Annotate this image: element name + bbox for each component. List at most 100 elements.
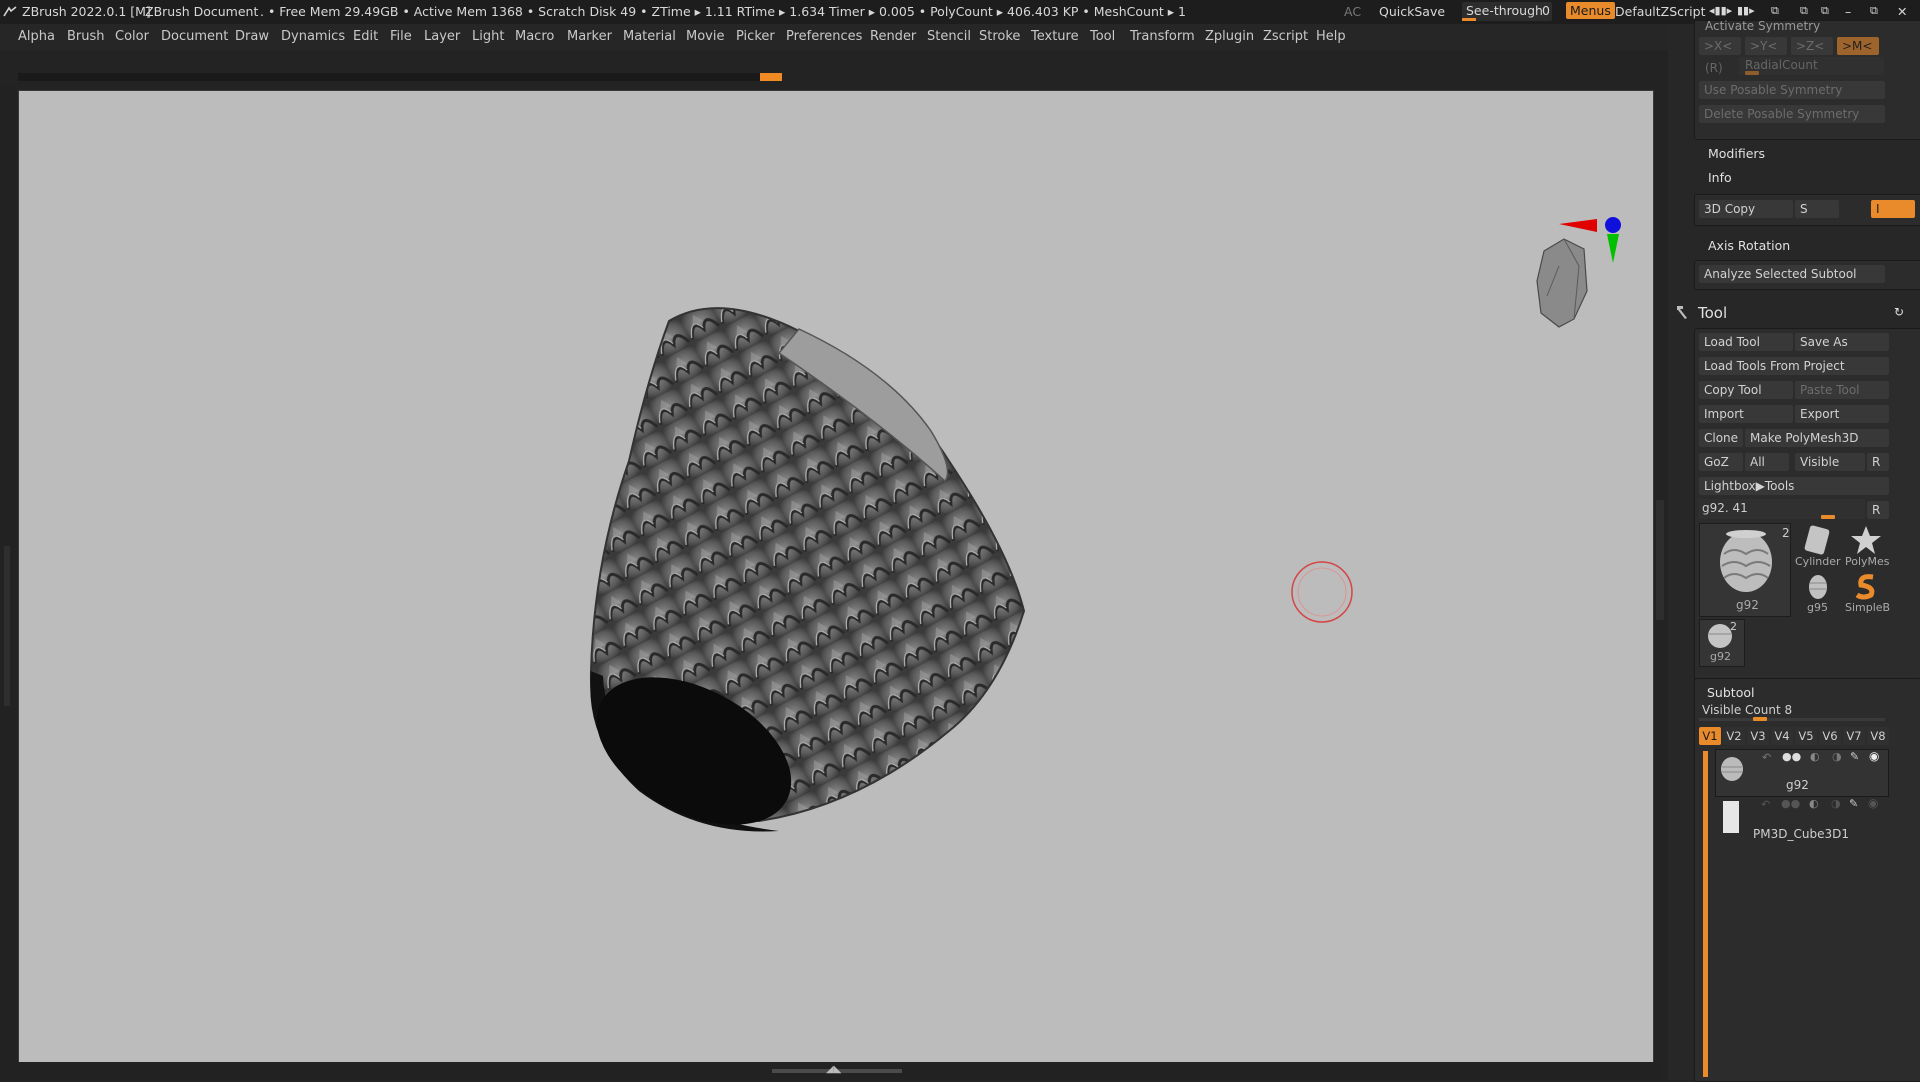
load-tools-from-project-button[interactable]: Load Tools From Project (1699, 357, 1889, 375)
refresh-icon[interactable]: ↻ (1894, 305, 1904, 319)
export-button[interactable]: Export (1795, 405, 1889, 423)
window-icon-2[interactable]: ⧉ (1800, 4, 1808, 18)
tool-thumb-polymesh[interactable]: PolyMes (1843, 523, 1891, 569)
info-header[interactable]: Info (1708, 170, 1732, 185)
copy3d-button[interactable]: 3D Copy (1699, 200, 1793, 218)
menu-alpha[interactable]: Alpha (18, 29, 55, 44)
menu-tool[interactable]: Tool (1090, 29, 1115, 44)
subtool-header[interactable]: Subtool (1707, 685, 1754, 700)
use-posable-symmetry-button[interactable]: Use Posable Symmetry (1699, 81, 1885, 99)
layout-icon-1[interactable]: ◂▮▮▸ (1709, 4, 1732, 17)
minimize-icon[interactable]: – (1845, 4, 1851, 19)
tool-thumb-simpleb[interactable]: SimpleB (1843, 571, 1891, 617)
tab-v6[interactable]: V6 (1819, 727, 1841, 745)
tool-thumb-g92-small[interactable]: 2 g92 (1699, 619, 1745, 667)
see-through-slider[interactable]: See-through 0 (1462, 2, 1552, 21)
menu-material[interactable]: Material (623, 29, 676, 44)
axis-rotation-header[interactable]: Axis Rotation (1708, 238, 1790, 253)
sym-z-button[interactable]: >Z< (1791, 37, 1833, 55)
tool-thumb-cylinder[interactable]: Cylinder (1795, 523, 1841, 569)
document-canvas[interactable] (18, 90, 1654, 1064)
save-as-button[interactable]: Save As (1795, 333, 1889, 351)
menu-help[interactable]: Help (1316, 29, 1346, 44)
menu-edit[interactable]: Edit (353, 29, 378, 44)
sym-x-button[interactable]: >X< (1699, 37, 1741, 55)
copy3d-s-button[interactable]: S (1795, 200, 1839, 218)
subtool-g92-polypaint-icon[interactable]: ●● (1782, 750, 1801, 763)
orientation-gizmo[interactable] (1536, 217, 1621, 328)
menu-zscript[interactable]: Zscript (1263, 29, 1308, 44)
tab-v3[interactable]: V3 (1747, 727, 1769, 745)
layout-icon-2[interactable]: ▮▮▸ (1737, 4, 1755, 17)
tab-v4[interactable]: V4 (1771, 727, 1793, 745)
copy3d-value-field[interactable]: I (1871, 200, 1915, 218)
goz-button[interactable]: GoZ (1699, 453, 1743, 471)
close-icon[interactable]: ✕ (1897, 4, 1907, 19)
current-tool-r-button[interactable]: R (1867, 501, 1889, 519)
timeline-marker[interactable] (760, 73, 782, 81)
tab-v8[interactable]: V8 (1867, 727, 1889, 745)
menu-stencil[interactable]: Stencil (927, 29, 971, 44)
quicksave-button[interactable]: QuickSave (1379, 4, 1445, 19)
menu-layer[interactable]: Layer (424, 29, 460, 44)
expand-arrows-icon[interactable]: ◢◣ (826, 1064, 841, 1075)
sym-m-button[interactable]: >M< (1837, 37, 1879, 55)
tool-thumb-g92-main[interactable]: 2 g92 (1699, 523, 1791, 617)
menu-transform[interactable]: Transform (1130, 29, 1195, 44)
menu-color[interactable]: Color (115, 29, 149, 44)
menu-picker[interactable]: Picker (736, 29, 775, 44)
menu-texture[interactable]: Texture (1031, 29, 1079, 44)
maximize-icon[interactable]: ⧉ (1870, 4, 1878, 18)
menu-brush[interactable]: Brush (67, 29, 105, 44)
subtool-g92-merge-icon[interactable]: ◐ (1810, 750, 1820, 763)
menu-preferences[interactable]: Preferences (786, 29, 862, 44)
tool-thumb-g95[interactable]: g95 (1795, 571, 1841, 617)
goz-all-button[interactable]: All (1745, 453, 1789, 471)
goz-visible-button[interactable]: Visible (1795, 453, 1865, 471)
copy-tool-button[interactable]: Copy Tool (1699, 381, 1793, 399)
radial-r-button[interactable]: (R) (1705, 61, 1723, 75)
timeline-track[interactable] (18, 73, 782, 81)
activate-symmetry-button[interactable]: Activate Symmetry (1705, 19, 1820, 33)
clone-button[interactable]: Clone (1699, 429, 1743, 447)
window-icon-1[interactable]: ⧉ (1771, 4, 1779, 18)
menu-movie[interactable]: Movie (686, 29, 724, 44)
subtool-g92-arrow-icon[interactable]: ↶ (1762, 751, 1771, 764)
menu-zplugin[interactable]: Zplugin (1205, 29, 1254, 44)
subtool-cube-brush-icon[interactable]: ✎ (1849, 797, 1858, 810)
subtool-scrollbar[interactable] (1703, 751, 1708, 1077)
menu-marker[interactable]: Marker (567, 29, 612, 44)
menu-document[interactable]: Document (161, 29, 228, 44)
subtool-cube-eye-icon[interactable]: ◉ (1868, 796, 1878, 810)
menu-draw[interactable]: Draw (235, 29, 269, 44)
lightbox-tools-button[interactable]: Lightbox▶Tools (1699, 477, 1889, 495)
default-zscript-button[interactable]: DefaultZScript (1615, 4, 1706, 19)
visible-count-slider[interactable]: Visible Count 8 (1699, 703, 1885, 721)
subtool-cube-dynamesh-icon[interactable]: ◑ (1831, 797, 1841, 810)
import-button[interactable]: Import (1699, 405, 1793, 423)
subtool-cube-arrow-icon[interactable]: ↶ (1761, 798, 1770, 811)
sym-y-button[interactable]: >Y< (1745, 37, 1787, 55)
make-polymesh3d-button[interactable]: Make PolyMesh3D (1745, 429, 1889, 447)
x-axis-arrow[interactable] (1559, 219, 1597, 232)
paste-tool-button[interactable]: Paste Tool (1795, 381, 1889, 399)
menu-render[interactable]: Render (870, 29, 916, 44)
window-icon-3[interactable]: ⧉ (1821, 4, 1829, 18)
current-tool-slider[interactable]: g92. 41 (1699, 499, 1865, 519)
analyze-selected-subtool-button[interactable]: Analyze Selected Subtool (1699, 265, 1885, 283)
left-shelf-handle[interactable] (4, 546, 10, 706)
delete-posable-symmetry-button[interactable]: Delete Posable Symmetry (1699, 105, 1885, 123)
y-axis-arrow[interactable] (1607, 234, 1619, 263)
right-shelf-handle[interactable] (1656, 500, 1664, 620)
subtool-g92-brush-icon[interactable]: ✎ (1850, 750, 1859, 763)
subtool-cube-merge-icon[interactable]: ◐ (1809, 797, 1819, 810)
subtool-item-g92[interactable]: ↶ ●● ◐ ◑ ✎ ◉ g92 (1715, 749, 1889, 797)
menu-file[interactable]: File (390, 29, 412, 44)
menus-toggle-button[interactable]: Menus (1566, 2, 1615, 19)
subtool-item-pm3d-cube[interactable]: ↶ ●● ◐ ◑ ✎ ◉ PM3D_Cube3D1 (1715, 796, 1887, 843)
load-tool-button[interactable]: Load Tool (1699, 333, 1793, 351)
subtool-cube-polypaint-icon[interactable]: ●● (1781, 797, 1800, 810)
subtool-g92-eye-icon[interactable]: ◉ (1869, 749, 1879, 763)
menu-dynamics[interactable]: Dynamics (281, 29, 345, 44)
tab-v2[interactable]: V2 (1723, 727, 1745, 745)
